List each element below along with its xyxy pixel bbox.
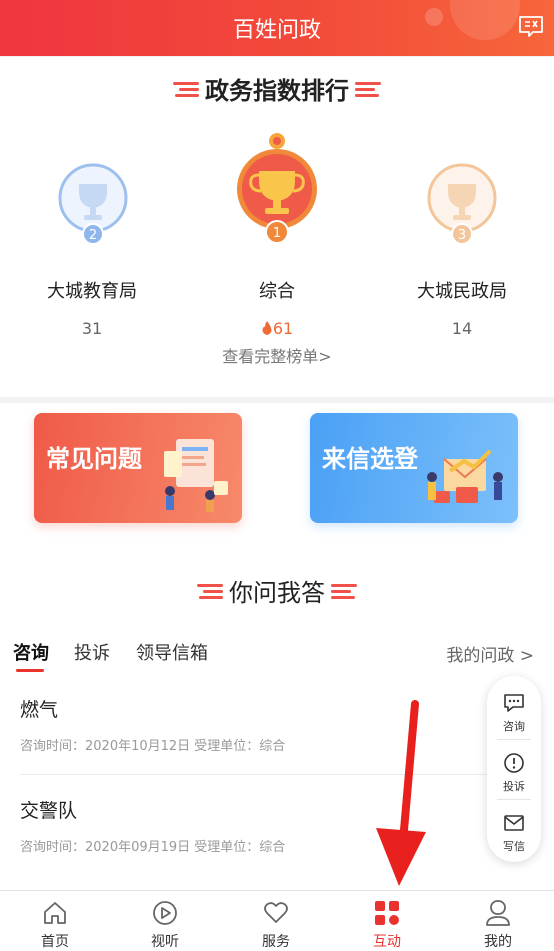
letters-card-label: 来信选登 bbox=[322, 445, 418, 473]
nav-media[interactable]: 视听 bbox=[110, 891, 220, 951]
ranking-name: 大城民政局 bbox=[417, 281, 507, 302]
ranking-name: 大城教育局 bbox=[47, 281, 137, 302]
list-item[interactable]: 燃气 咨询时间：2020年10月12日 受理单位：综合 bbox=[20, 695, 514, 754]
svg-text:3: 3 bbox=[458, 228, 466, 243]
faq-card[interactable]: 常见问题 bbox=[34, 413, 242, 523]
message-list-icon[interactable] bbox=[518, 15, 544, 39]
interaction-section: 常见问题 来信选登 你问我答 咨询 投诉 领导信箱 我的问政 > 燃气 咨询时间… bbox=[0, 403, 554, 890]
ranking-score: 31 bbox=[81, 319, 103, 338]
play-icon bbox=[153, 901, 177, 925]
flame-icon bbox=[262, 321, 272, 335]
ranking-name: 综合 bbox=[259, 281, 295, 302]
title-decoration-right bbox=[355, 80, 385, 98]
tab-leader-mailbox[interactable]: 领导信箱 bbox=[136, 639, 208, 665]
ranking-score: 14 bbox=[451, 319, 473, 338]
my-inquiries-link[interactable]: 我的问政 > bbox=[446, 641, 534, 666]
list-item-title: 交警队 bbox=[20, 800, 78, 822]
list-item-title: 燃气 bbox=[20, 699, 59, 721]
nav-mine[interactable]: 我的 bbox=[443, 891, 553, 951]
active-tab-indicator bbox=[16, 669, 44, 672]
title-decoration-left bbox=[193, 582, 223, 600]
tab-consult[interactable]: 咨询 bbox=[13, 639, 49, 665]
heart-icon bbox=[264, 902, 288, 923]
title-decoration-right bbox=[331, 582, 361, 600]
divider bbox=[497, 739, 531, 740]
qa-title: 你问我答 bbox=[0, 573, 554, 608]
title-decoration-left bbox=[169, 80, 199, 98]
list-item[interactable]: 交警队 咨询时间：2020年09月19日 受理单位：综合 bbox=[20, 796, 514, 855]
app-header: 百姓问政 bbox=[0, 0, 554, 56]
user-icon bbox=[486, 900, 510, 926]
chat-icon bbox=[504, 694, 524, 712]
tab-complaint[interactable]: 投诉 bbox=[74, 639, 110, 665]
divider bbox=[20, 774, 514, 775]
list-item-meta: 咨询时间：2020年10月12日 受理单位：综合 bbox=[20, 739, 286, 754]
svg-text:2: 2 bbox=[89, 228, 97, 243]
grid-icon bbox=[375, 901, 399, 925]
float-complaint-button[interactable]: 投诉 bbox=[487, 742, 541, 800]
ranking-score: 61 bbox=[185, 319, 369, 338]
home-icon bbox=[44, 902, 66, 924]
gold-medal-icon: 1 bbox=[237, 133, 317, 244]
bottom-navigation: 首页 视听 服务 互动 我的 bbox=[0, 890, 554, 951]
list-item-meta: 咨询时间：2020年09月19日 受理单位：综合 bbox=[20, 840, 286, 855]
nav-interact[interactable]: 互动 bbox=[332, 891, 442, 951]
ranking-title: 政务指数排行 bbox=[0, 71, 554, 106]
ranking-section: 政务指数排行 2 大城教育局 31 1 综合 61 3 大城民政局 14 查看完… bbox=[0, 57, 554, 397]
letters-illustration-icon bbox=[427, 449, 503, 503]
faq-illustration-icon bbox=[164, 439, 228, 512]
letters-card[interactable]: 来信选登 bbox=[310, 413, 518, 523]
nav-service[interactable]: 服务 bbox=[221, 891, 331, 951]
view-full-ranking-link[interactable]: 查看完整榜单> bbox=[0, 343, 554, 367]
bronze-medal-icon: 3 bbox=[427, 163, 497, 245]
faq-card-label: 常见问题 bbox=[46, 445, 142, 473]
qa-tabs: 咨询 投诉 领导信箱 我的问政 > bbox=[0, 639, 554, 672]
mail-icon bbox=[504, 815, 524, 831]
nav-home[interactable]: 首页 bbox=[0, 891, 110, 951]
alert-icon bbox=[504, 753, 524, 773]
svg-text:1: 1 bbox=[273, 226, 281, 241]
page-title: 百姓问政 bbox=[232, 18, 321, 43]
float-write-button[interactable]: 写信 bbox=[487, 802, 541, 860]
floating-action-bar: 咨询 投诉 写信 bbox=[487, 676, 541, 862]
silver-medal-icon: 2 bbox=[58, 163, 128, 245]
float-consult-button[interactable]: 咨询 bbox=[487, 682, 541, 740]
divider bbox=[497, 799, 531, 800]
